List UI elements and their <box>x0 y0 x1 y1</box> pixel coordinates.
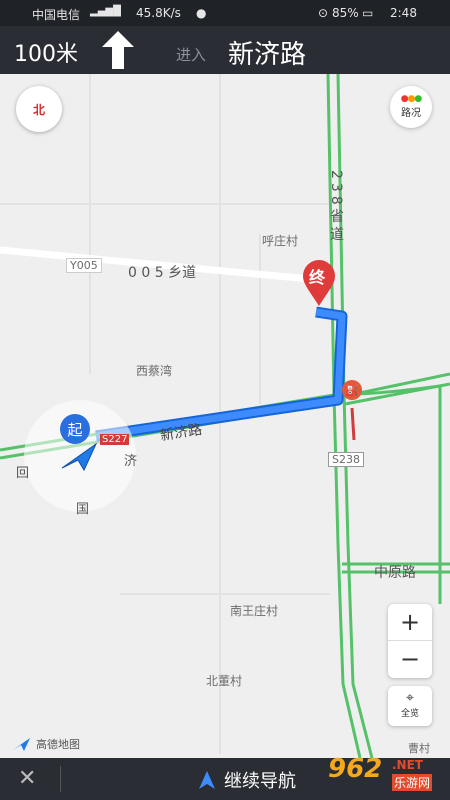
carrier: 中国电信 <box>32 8 81 22</box>
compass-north-label: 北 <box>32 102 45 117</box>
road-shield-s227: S227 <box>100 434 130 445</box>
road-label-238: 238省道 <box>328 170 344 245</box>
overview-icon: ⌖ <box>406 690 414 706</box>
road-label-005: 0 0 5 乡道 <box>128 265 197 281</box>
status-bar: 中国电信 ▂▄▆█ 45.8K/s ● ⊙ 85% ▭ 2:48 <box>0 0 450 26</box>
amap-logo-text: 高德地图 <box>36 738 80 751</box>
zoom-in-button[interactable]: + <box>388 604 432 641</box>
network-speed: 45.8K/s <box>136 6 181 20</box>
next-turn-distance: 100米 <box>14 42 78 67</box>
navigation-banner: 100米 进入 新济路 <box>0 26 450 74</box>
overview-label: 全览 <box>400 709 419 719</box>
battery-icon: ▭ <box>362 6 374 20</box>
location-icon: ⊙ <box>318 6 329 20</box>
direction-letter-east: 济 <box>124 454 138 469</box>
direction-letter-west: 回 <box>16 466 30 481</box>
watermark-brand: 962 <box>328 754 383 784</box>
start-label: 起 <box>67 420 83 439</box>
site-watermark: 962 .NET 乐游网 <box>322 754 446 796</box>
village-label: 西蔡湾 <box>136 364 173 378</box>
congestion-segment <box>350 407 356 441</box>
direction-letter-south: 国 <box>76 502 90 517</box>
next-road-name: 新济路 <box>228 40 307 70</box>
amap-logo: 高德地图 <box>12 736 80 752</box>
zoom-controls: + − <box>388 604 432 678</box>
road-label-zhongyuan: 中原路 <box>374 565 416 581</box>
road-shield-y005: Y005 <box>66 258 102 273</box>
zoom-out-button[interactable]: − <box>388 641 432 677</box>
gas-station-icon[interactable]: ⛽ <box>342 380 362 400</box>
clock: 2:48 <box>390 6 417 20</box>
watermark-suffix: .NET <box>392 758 423 772</box>
enter-label: 进入 <box>176 46 207 64</box>
map-view[interactable]: 呼庄村 Y005 0 0 5 乡道 西蔡湾 S238 中原路 南王庄村 北董村 … <box>0 74 450 758</box>
village-label: 呼庄村 <box>262 234 299 248</box>
continue-label: 继续导航 <box>224 771 296 792</box>
road-shield-s238: S238 <box>328 452 364 467</box>
close-navigation-button[interactable]: ✕ <box>18 766 36 791</box>
compass-button[interactable]: 北 <box>16 86 62 132</box>
watermark-sub: 乐游网 <box>392 774 433 791</box>
vehicle-arrow-icon <box>61 442 98 472</box>
battery-percent: 85% <box>332 6 359 20</box>
village-label: 北董村 <box>206 674 243 688</box>
continue-navigation-button[interactable]: 继续导航 <box>198 767 296 793</box>
end-label: 终 <box>309 268 326 287</box>
navigation-arrow-icon <box>199 771 215 789</box>
village-label: 南王庄村 <box>230 604 279 618</box>
message-icon: ● <box>196 6 207 20</box>
traffic-toggle[interactable]: ●●● 路况 <box>390 86 432 128</box>
amap-logo-icon <box>13 738 30 751</box>
divider <box>60 766 61 792</box>
overview-button[interactable]: ⌖ 全览 <box>388 686 432 726</box>
traffic-label: 路况 <box>401 108 421 119</box>
signal-icon: ▂▄▆█ <box>90 6 121 17</box>
traffic-light-icon: ●●● <box>400 94 423 104</box>
straight-arrow-icon <box>102 31 134 69</box>
